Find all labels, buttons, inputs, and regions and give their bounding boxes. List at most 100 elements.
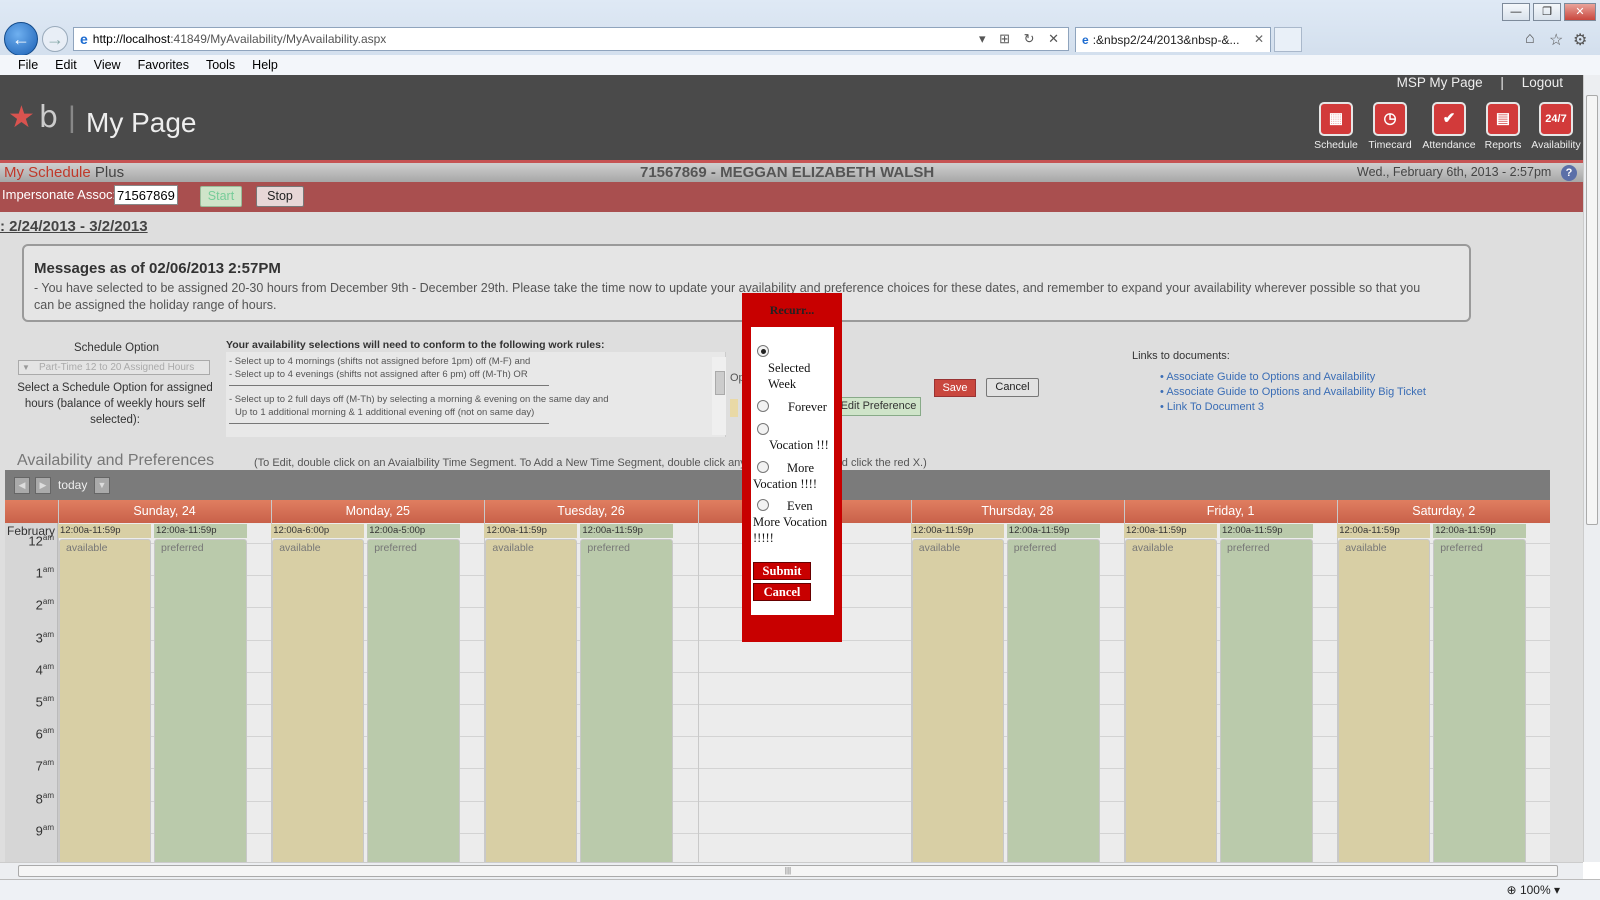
start-button[interactable]: Start: [200, 186, 242, 207]
availability-range: 12:00a-6:00p: [271, 524, 365, 538]
rules-scrollbar[interactable]: [712, 357, 726, 435]
document-link[interactable]: Associate Guide to Options and Availabil…: [1160, 385, 1426, 400]
hour-number: 6: [35, 726, 43, 742]
hour-label: 6am: [5, 726, 58, 741]
new-tab-button[interactable]: [1274, 27, 1302, 52]
schedule-band: My Schedule Plus 71567869 - MEGGAN ELIZA…: [0, 160, 1583, 182]
document-link[interactable]: Link To Document 3: [1160, 400, 1426, 415]
radio-selected-week[interactable]: [757, 345, 769, 357]
nav-reports[interactable]: ▤ Reports: [1477, 102, 1529, 151]
reports-icon: ▤: [1486, 102, 1520, 136]
messages-body: - You have selected to be assigned 20-30…: [34, 281, 1421, 312]
menu-help[interactable]: Help: [252, 58, 278, 72]
hour-label: 3am: [5, 630, 58, 645]
day-header: Thursday, 28: [981, 504, 1054, 518]
next-week-button[interactable]: ▶: [35, 477, 51, 494]
impersonate-input[interactable]: [114, 185, 178, 205]
menu-edit[interactable]: Edit: [55, 58, 77, 72]
preferred-segment[interactable]: preferred: [580, 539, 674, 862]
schedule-option-select[interactable]: Part-Time 12 to 20 Assigned Hours: [18, 360, 210, 375]
favorites-star-icon[interactable]: ☆: [1549, 30, 1563, 50]
hour-number: 4: [35, 662, 43, 678]
edit-preference-button[interactable]: Edit Preference: [836, 397, 921, 416]
hour-number: 2: [35, 597, 43, 613]
vertical-scrollbar[interactable]: [1583, 75, 1600, 862]
available-segment[interactable]: available: [272, 539, 365, 862]
tab-ie-icon: e: [1082, 33, 1089, 47]
radio-forever[interactable]: [757, 400, 769, 412]
forward-button[interactable]: →: [42, 26, 68, 52]
links-header: Links to documents:: [1132, 350, 1230, 362]
app-header: ★ b | My Page MSP My Page | Logout ▦ Schedu…: [0, 75, 1583, 160]
legend-swatch: [730, 399, 738, 417]
menu-favorites[interactable]: Favorites: [138, 58, 189, 72]
my-schedule-label: My Schedule Plus: [4, 164, 124, 181]
prev-week-button[interactable]: ◀: [14, 477, 30, 494]
back-button[interactable]: ←: [4, 22, 38, 56]
rule-line: Up to 1 additional morning & 1 additiona…: [235, 407, 535, 418]
hour-number: 3: [35, 629, 43, 645]
address-controls-icon[interactable]: ▾ ⊞ ↻ ✕: [979, 31, 1064, 47]
preference-range: 12:00a-11:59p: [580, 524, 674, 538]
preferred-segment[interactable]: preferred: [1433, 539, 1527, 862]
help-icon[interactable]: ?: [1561, 165, 1577, 181]
menu-tools[interactable]: Tools: [206, 58, 235, 72]
back-arrow-icon: ←: [12, 28, 30, 49]
close-window-button[interactable]: ✕: [1564, 3, 1596, 21]
msp-my-page-link[interactable]: MSP My Page: [1397, 75, 1483, 90]
menu-file[interactable]: File: [18, 58, 38, 72]
chevron-right-icon: ▶: [39, 480, 47, 490]
logo-separator: |: [67, 101, 76, 134]
availability-range: 12:00a-11:59p: [1124, 524, 1217, 538]
logout-link[interactable]: Logout: [1522, 75, 1563, 90]
dialog-body: Selected Week Forever Vocation !!! More …: [751, 327, 834, 615]
nav-availability[interactable]: 24/7 Availability: [1529, 102, 1583, 151]
available-segment[interactable]: available: [485, 539, 578, 862]
day-header: Monday, 25: [345, 504, 410, 518]
nav-schedule[interactable]: ▦ Schedule: [1310, 102, 1362, 151]
available-segment[interactable]: available: [1338, 539, 1431, 862]
save-button[interactable]: Save: [934, 379, 976, 397]
preferred-segment[interactable]: preferred: [154, 539, 247, 862]
restore-button[interactable]: ❐: [1533, 3, 1561, 21]
zoom-icon: ⊕: [1506, 883, 1520, 897]
document-link[interactable]: Associate Guide to Options and Availabil…: [1160, 370, 1426, 385]
hour-number: 1: [35, 565, 43, 581]
preferred-segment[interactable]: preferred: [1220, 539, 1313, 862]
available-segment[interactable]: available: [1125, 539, 1217, 862]
vertical-scroll-thumb[interactable]: [1586, 95, 1598, 525]
available-segment[interactable]: available: [911, 539, 1004, 862]
radio-vocation[interactable]: [757, 423, 769, 435]
submit-button[interactable]: Submit: [753, 562, 811, 580]
dialog-cancel-button[interactable]: Cancel: [753, 583, 811, 601]
nav-timecard[interactable]: ◷ Timecard: [1364, 102, 1416, 151]
minimize-button[interactable]: —: [1502, 3, 1530, 21]
settings-gear-icon[interactable]: ⚙: [1573, 30, 1587, 50]
preferred-segment[interactable]: preferred: [1006, 539, 1100, 862]
today-label: today: [58, 478, 88, 492]
day-header: Sunday, 24: [133, 504, 196, 518]
day-header: Friday, 1: [1206, 504, 1255, 518]
home-icon[interactable]: ⌂: [1525, 30, 1535, 48]
am-suffix: am: [42, 565, 54, 575]
nav-attendance[interactable]: ✔ Attendance: [1421, 102, 1477, 151]
availability-range: 12:00a-11:59p: [58, 524, 151, 538]
today-dropdown[interactable]: ▼: [94, 477, 110, 494]
hour-label: 8am: [5, 791, 58, 806]
tab-close-icon[interactable]: ✕: [1254, 32, 1264, 46]
address-bar[interactable]: e http://localhost:41849/MyAvailability/…: [73, 27, 1069, 51]
horizontal-scroll-thumb[interactable]: |||: [18, 865, 1558, 877]
horizontal-scrollbar[interactable]: |||: [0, 862, 1583, 879]
zoom-level[interactable]: ⊕ 100% ▾: [1507, 883, 1560, 897]
preference-range: 12:00a-11:59p: [1220, 524, 1313, 538]
available-segment[interactable]: available: [59, 539, 151, 862]
cancel-button[interactable]: Cancel: [986, 378, 1039, 397]
preferred-segment[interactable]: preferred: [367, 539, 461, 862]
ie-icon: e: [80, 31, 88, 47]
option-more-vocation-label: More Vocation !!!!: [753, 461, 817, 491]
browser-tab[interactable]: e :&nbsp2/24/2013&nbsp-&... ✕: [1075, 27, 1271, 52]
stop-button[interactable]: Stop: [256, 186, 304, 207]
menu-view[interactable]: View: [94, 58, 121, 72]
option-selected-week-label: Selected Week: [768, 360, 830, 392]
page-title: My Page: [86, 107, 197, 138]
